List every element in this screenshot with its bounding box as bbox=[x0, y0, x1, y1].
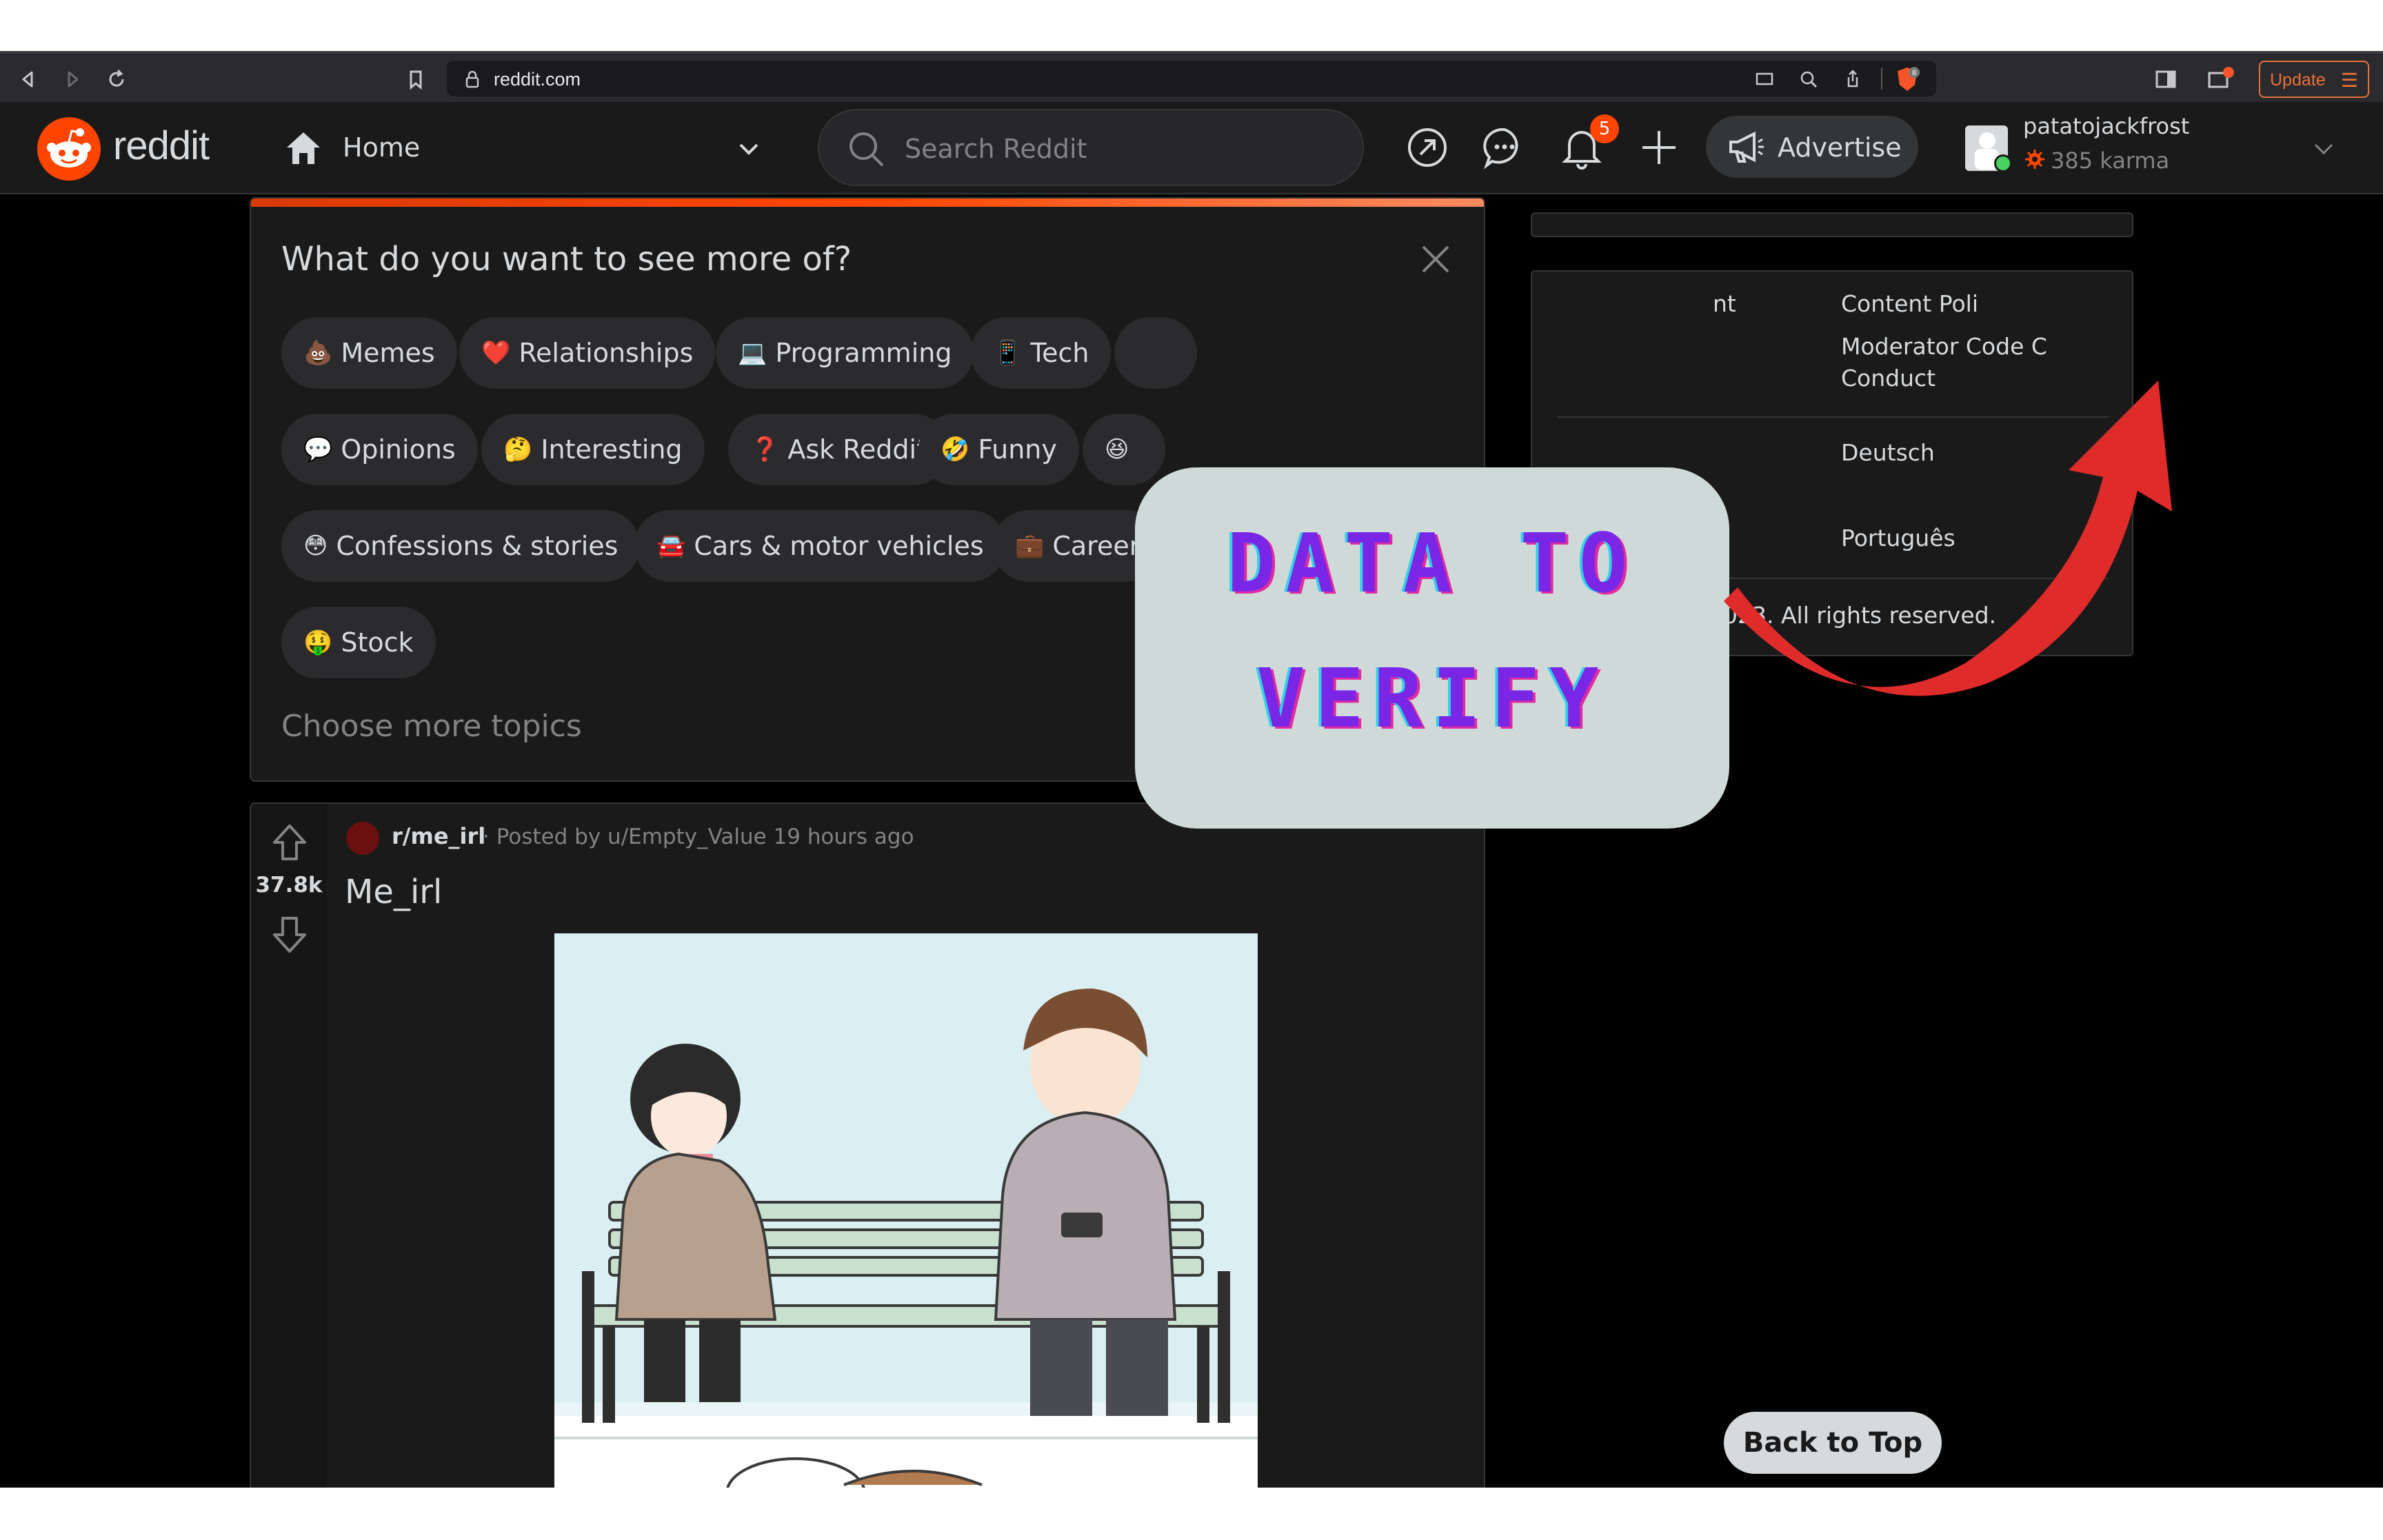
topic-chip-hidden[interactable] bbox=[1114, 317, 1197, 389]
advertise-button[interactable]: Advertise bbox=[1706, 116, 1918, 178]
topic-chip-funny[interactable]: 🤣 Funny bbox=[918, 414, 1079, 485]
brave-badge-count: 8 bbox=[1912, 69, 1916, 77]
moderator-code-link[interactable]: Moderator Code C bbox=[1841, 331, 2047, 363]
create-post-icon[interactable] bbox=[1634, 123, 1684, 172]
address-bar[interactable]: reddit.com 8 bbox=[447, 61, 1936, 97]
topic-chip-ask-reddit[interactable]: ❓ Ask Reddit bbox=[728, 414, 949, 485]
back-to-top-button[interactable]: Back to Top bbox=[1724, 1412, 1942, 1474]
topic-chip-cars[interactable]: 🚘 Cars & motor vehicles bbox=[634, 510, 1006, 582]
search-icon bbox=[849, 132, 884, 167]
sidebar-card-top bbox=[1531, 212, 2133, 237]
overlay-line-2: VERIFY bbox=[1256, 651, 1609, 746]
topic-chip-relationships[interactable]: ❤️ Relationships bbox=[459, 317, 716, 389]
megaphone-icon bbox=[1729, 131, 1764, 163]
karma-icon bbox=[2025, 150, 2044, 169]
user-agreement-link[interactable]: nt bbox=[1713, 288, 1736, 320]
menu-icon: ☰ bbox=[2340, 70, 2358, 91]
topic-chip-confessions[interactable]: 😳 Confessions & stories bbox=[281, 510, 641, 582]
downvote-arrow-icon[interactable] bbox=[270, 914, 309, 955]
topic-chip-hidden[interactable]: 😆 bbox=[1083, 414, 1165, 485]
karma-count: 385 karma bbox=[2051, 148, 2170, 174]
reddit-logo-icon[interactable] bbox=[37, 117, 101, 181]
zoom-icon[interactable] bbox=[1798, 69, 1819, 90]
page-content: What do you want to see more of? 💩 Memes … bbox=[0, 194, 2383, 1492]
lock-icon bbox=[465, 70, 479, 88]
choose-more-topics-link[interactable]: Choose more topics bbox=[281, 709, 582, 744]
chevron-down-icon[interactable] bbox=[735, 135, 763, 163]
chat-icon[interactable] bbox=[1480, 123, 1529, 172]
share-icon[interactable] bbox=[1842, 69, 1863, 90]
reload-icon[interactable] bbox=[106, 69, 127, 90]
update-button[interactable]: Update ☰ bbox=[2259, 61, 2369, 98]
subreddit-name[interactable]: r/me_irl bbox=[392, 823, 485, 849]
search-input[interactable] bbox=[905, 130, 1318, 168]
close-icon[interactable] bbox=[1416, 240, 1455, 278]
user-menu-chevron-icon[interactable] bbox=[2310, 135, 2337, 163]
topic-chip-tech[interactable]: 📱 Tech bbox=[971, 317, 1112, 389]
comic-illustration bbox=[554, 933, 1258, 1490]
wallet-icon[interactable] bbox=[2206, 66, 2234, 91]
reddit-wordmark[interactable]: reddit bbox=[113, 123, 210, 169]
advertise-label: Advertise bbox=[1778, 132, 1902, 163]
upvote-arrow-icon[interactable] bbox=[270, 822, 309, 863]
popular-icon[interactable] bbox=[1402, 123, 1452, 172]
data-to-verify-overlay: DATA TO VERIFY bbox=[1135, 467, 1729, 829]
topic-chip-memes[interactable]: 💩 Memes bbox=[281, 317, 457, 389]
search-bar[interactable] bbox=[818, 109, 1364, 186]
notification-badge: 5 bbox=[1590, 114, 1619, 143]
url-text: reddit.com bbox=[494, 69, 581, 90]
topic-chip-opinions[interactable]: 💬 Opinions bbox=[281, 414, 478, 485]
home-icon bbox=[287, 132, 320, 164]
post-image[interactable] bbox=[554, 933, 1258, 1490]
topics-accent-bar bbox=[251, 199, 1484, 207]
screen-margin bbox=[0, 1488, 2383, 1540]
topic-chip-programming[interactable]: 💻 Programming bbox=[716, 317, 974, 389]
overlay-line-1: DATA TO bbox=[1227, 516, 1638, 611]
brave-shield-icon[interactable]: 8 bbox=[1895, 66, 1920, 92]
username[interactable]: patatojackfrost bbox=[2023, 113, 2189, 139]
cast-icon[interactable] bbox=[1754, 69, 1775, 90]
feed-selector-label[interactable]: Home bbox=[343, 132, 420, 163]
content-policy-link[interactable]: Content Poli bbox=[1841, 288, 1978, 320]
reddit-header: reddit Home 5 Advertise patatojackfrost … bbox=[0, 102, 2383, 194]
topics-title: What do you want to see more of? bbox=[281, 240, 852, 278]
forward-icon[interactable] bbox=[62, 69, 83, 90]
post-meta: · Posted by u/Empty_Value 19 hours ago bbox=[483, 824, 914, 849]
online-status-dot bbox=[1994, 154, 2012, 172]
update-label: Update bbox=[2270, 70, 2326, 90]
vote-count: 37.8k bbox=[255, 873, 323, 898]
vote-column: 37.8k bbox=[251, 804, 327, 1490]
post-title[interactable]: Me_irl bbox=[345, 873, 442, 911]
topic-chip-interesting[interactable]: 🤔 Interesting bbox=[481, 414, 705, 485]
topic-chip-stock[interactable]: 🤑 Stock bbox=[281, 607, 436, 678]
post-card[interactable]: 37.8k r/me_irl · Posted by u/Empty_Value… bbox=[250, 802, 1485, 1492]
back-icon[interactable] bbox=[18, 69, 39, 90]
bookmark-icon[interactable] bbox=[405, 69, 426, 90]
sidebar-toggle-icon[interactable] bbox=[2154, 68, 2178, 91]
red-curved-arrow-icon bbox=[1724, 381, 2172, 696]
divider bbox=[1881, 68, 1882, 90]
subreddit-icon[interactable] bbox=[346, 822, 379, 855]
browser-toolbar: reddit.com 8 Update ☰ bbox=[0, 51, 2383, 102]
